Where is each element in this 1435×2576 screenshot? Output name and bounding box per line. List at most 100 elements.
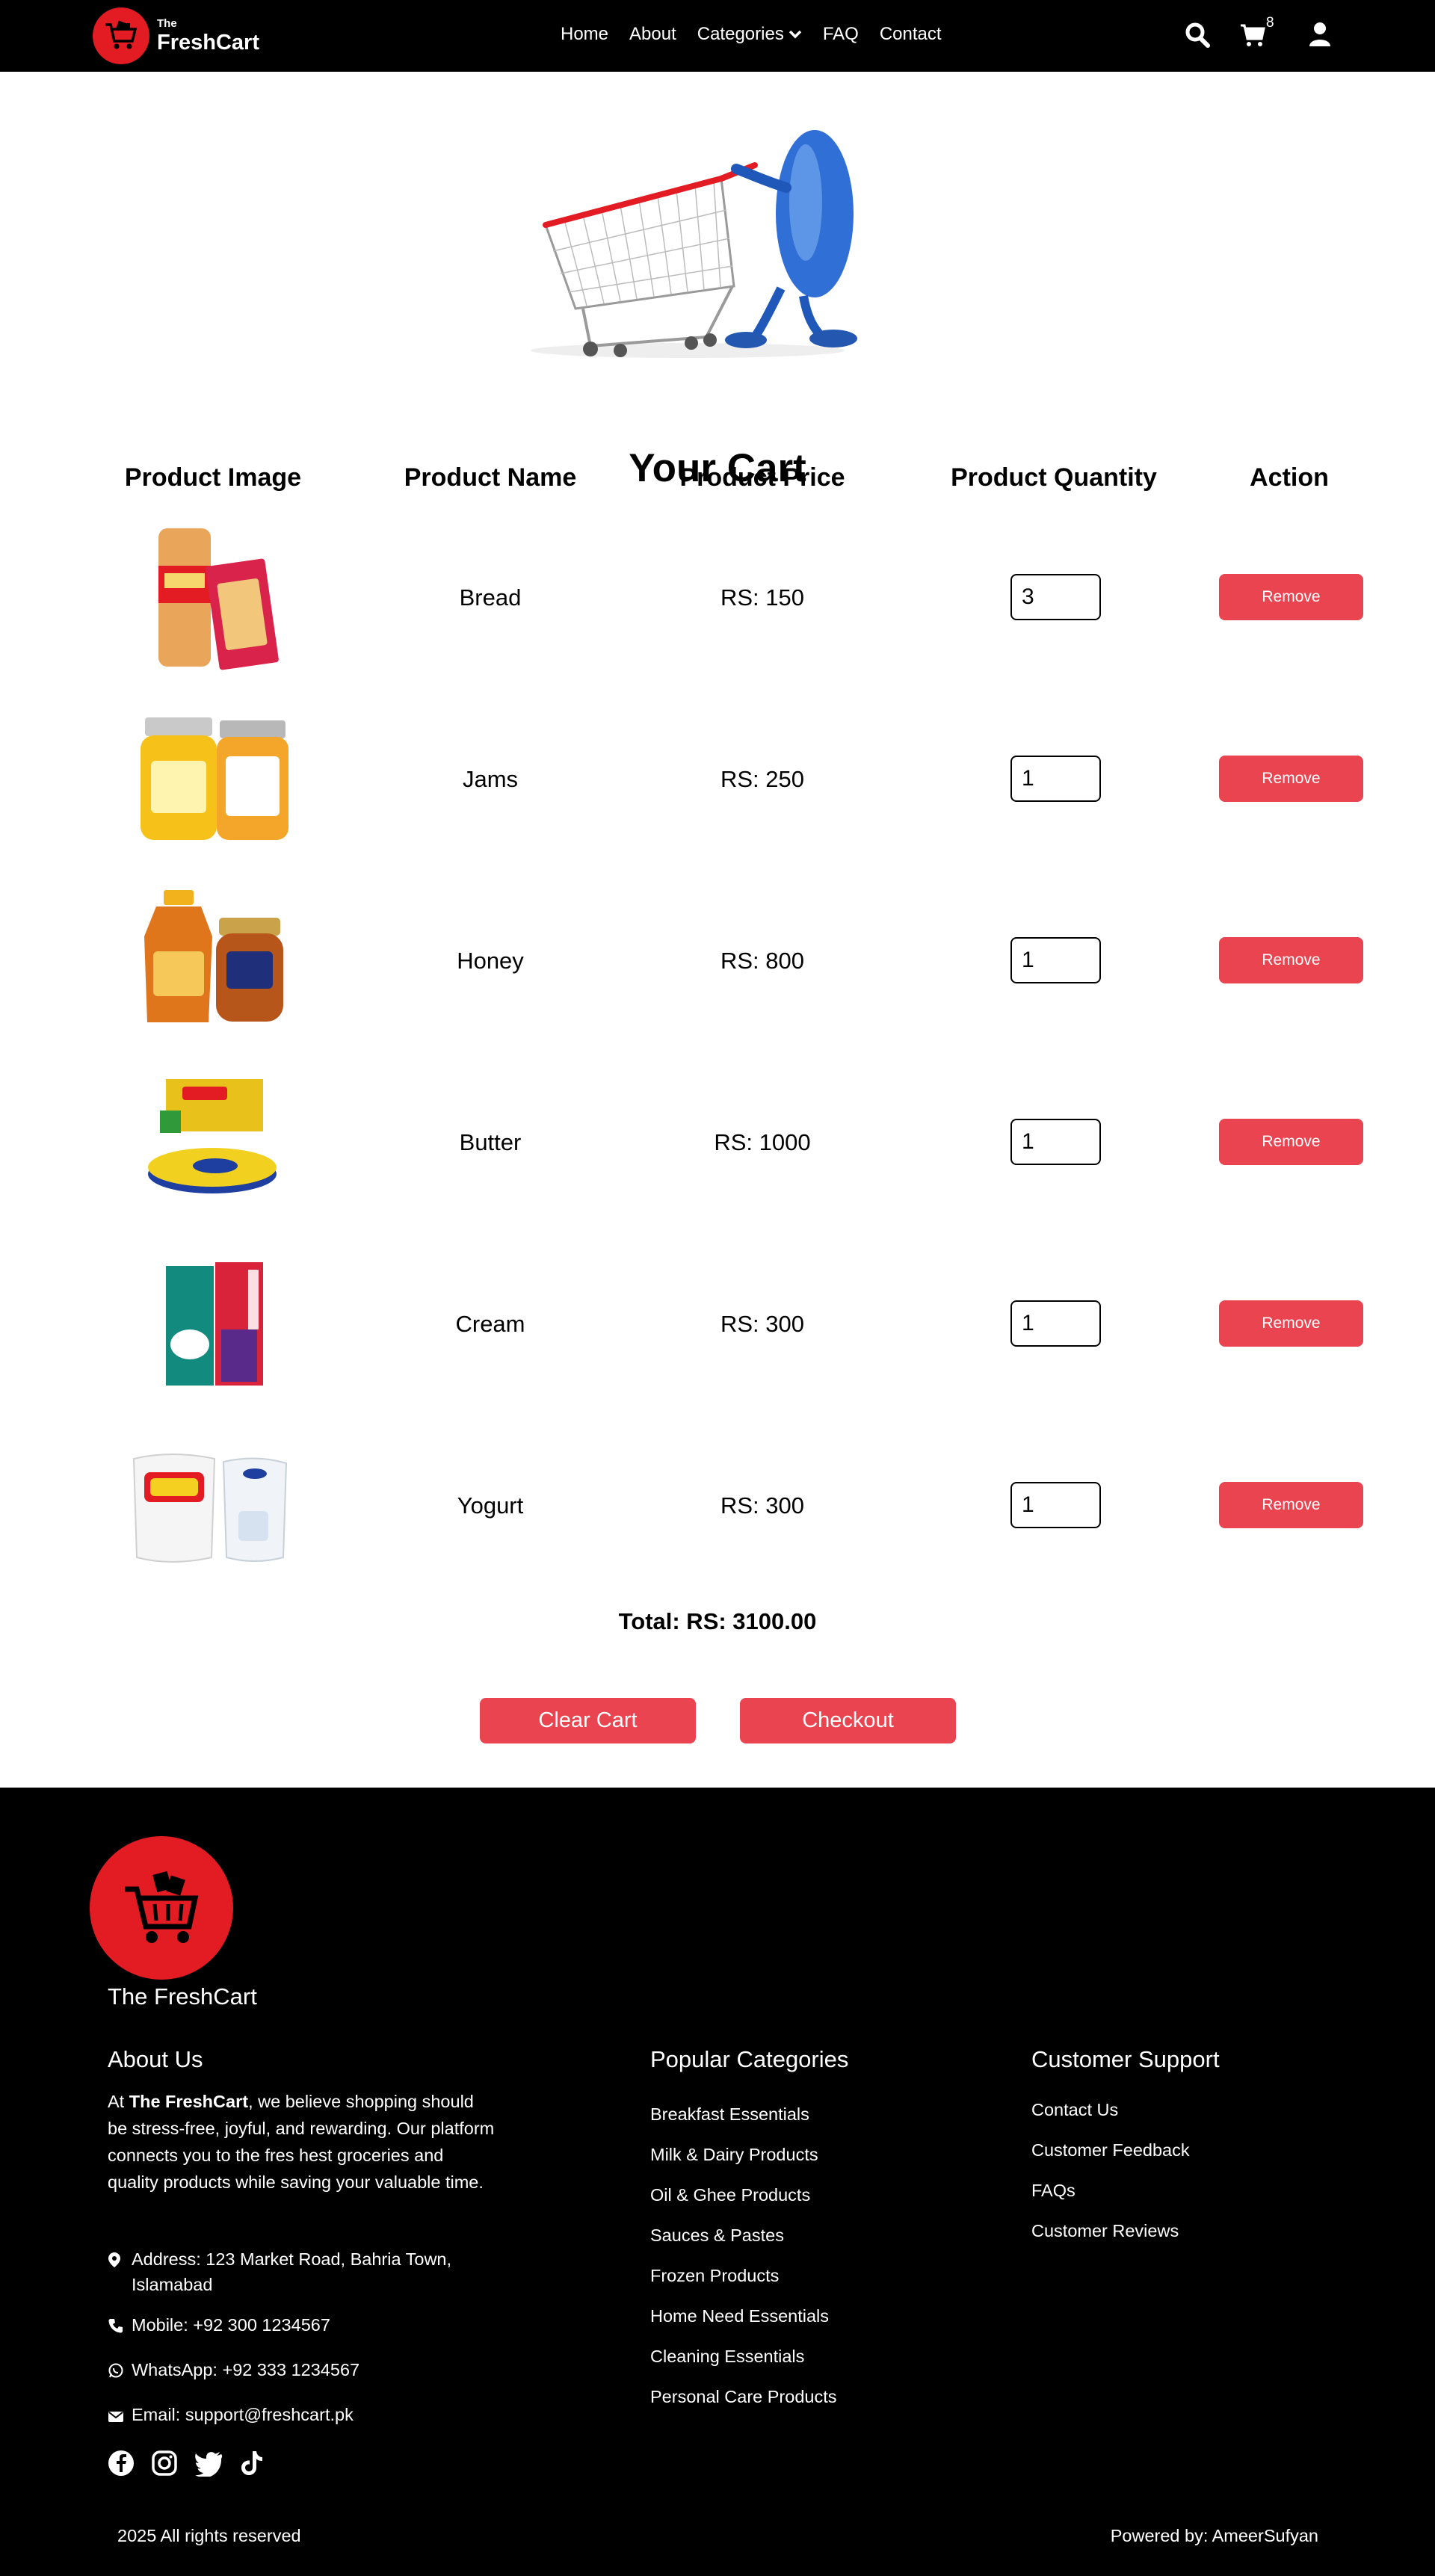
remove-button[interactable]: Remove (1219, 756, 1363, 802)
category-link[interactable]: Frozen Products (650, 2266, 836, 2306)
nav-links: Home About Categories FAQ Contact (561, 24, 963, 45)
chevron-down-icon (789, 30, 802, 39)
header-product-quantity: Product Quantity (951, 463, 1157, 492)
table-header-row: Product Image Product Name Product Price… (0, 463, 1435, 508)
user-icon[interactable] (1308, 19, 1332, 53)
email-icon (108, 2402, 132, 2430)
table-row: Yogurt RS: 300 Remove (0, 1418, 1435, 1599)
product-image-jams (126, 699, 299, 856)
category-link[interactable]: Home Need Essentials (650, 2306, 836, 2347)
hero: Your Cart (0, 72, 1435, 490)
instagram-icon[interactable] (151, 2450, 178, 2480)
quantity-input[interactable] (1010, 1119, 1101, 1165)
category-link[interactable]: Oil & Ghee Products (650, 2185, 836, 2226)
product-image-bread (126, 517, 299, 674)
product-name: Cream (455, 1311, 525, 1337)
twitter-icon[interactable] (194, 2450, 223, 2480)
cart-total: Total: RS: 3100.00 (618, 1608, 817, 1634)
product-image-butter (126, 1062, 299, 1219)
table-row: Cream RS: 300 Remove (0, 1236, 1435, 1418)
email-line: Email: support@freshcart.pk (108, 2402, 354, 2430)
support-link[interactable]: Customer Reviews (1031, 2221, 1190, 2261)
mobile-line: Mobile: +92 300 1234567 (108, 2312, 330, 2341)
product-name: Jams (462, 766, 519, 792)
quantity-input[interactable] (1010, 1300, 1101, 1347)
remove-button[interactable]: Remove (1219, 574, 1363, 620)
support-heading: Customer Support (1031, 2046, 1220, 2072)
product-image-honey (126, 880, 299, 1037)
product-price: RS: 1000 (714, 1129, 811, 1155)
category-link[interactable]: Personal Care Products (650, 2387, 836, 2427)
cart-count-badge: 8 (1266, 15, 1274, 31)
footer-brand-name: The FreshCart (108, 1983, 257, 2010)
product-price: RS: 800 (720, 948, 804, 974)
product-price: RS: 300 (720, 1311, 804, 1337)
product-name: Honey (457, 948, 524, 974)
support-list: Contact Us Customer Feedback FAQs Custom… (1031, 2100, 1190, 2261)
about-text-brand: The FreshCart (129, 2092, 249, 2111)
social-links (108, 2450, 263, 2480)
cart-logo-icon (90, 1836, 233, 1980)
remove-button[interactable]: Remove (1219, 1300, 1363, 1347)
cart-table: Product Image Product Name Product Price… (0, 463, 1435, 1563)
header-product-name: Product Name (404, 463, 577, 492)
header-action: Action (1250, 463, 1329, 492)
remove-button[interactable]: Remove (1219, 1119, 1363, 1165)
shopping-cart-illustration (531, 130, 857, 358)
header-product-image: Product Image (124, 463, 302, 492)
cart-logo-icon (93, 7, 149, 64)
about-text-prefix: At (108, 2092, 129, 2111)
category-link[interactable]: Breakfast Essentials (650, 2104, 836, 2145)
nav-link-categories[interactable]: Categories (697, 24, 802, 45)
whatsapp-text: WhatsApp: +92 333 1234567 (132, 2360, 360, 2379)
nav-link-faq[interactable]: FAQ (823, 24, 859, 45)
product-price: RS: 150 (720, 584, 804, 611)
quantity-input[interactable] (1010, 937, 1101, 983)
copyright-text: 2025 All rights reserved (117, 2526, 301, 2545)
brand-logo-link[interactable]: The FreshCart (93, 7, 259, 64)
category-link[interactable]: Cleaning Essentials (650, 2347, 836, 2387)
cart-icon[interactable]: 8 (1239, 15, 1274, 53)
remove-button[interactable]: Remove (1219, 1482, 1363, 1528)
table-row: Jams RS: 250 Remove (0, 691, 1435, 873)
clear-cart-button[interactable]: Clear Cart (480, 1698, 696, 1743)
product-name: Yogurt (457, 1492, 524, 1519)
nav-link-about[interactable]: About (629, 24, 676, 45)
quantity-input[interactable] (1010, 574, 1101, 620)
table-row: Butter RS: 1000 Remove (0, 1054, 1435, 1236)
remove-button[interactable]: Remove (1219, 937, 1363, 983)
categories-list: Breakfast Essentials Milk & Dairy Produc… (650, 2104, 836, 2427)
checkout-button[interactable]: Checkout (740, 1698, 956, 1743)
nav-link-contact[interactable]: Contact (880, 24, 942, 45)
whatsapp-icon (108, 2357, 132, 2385)
navbar: The FreshCart Home About Categories FAQ … (0, 0, 1435, 72)
location-icon (108, 2246, 132, 2275)
brand-name: FreshCart (157, 31, 259, 55)
address-line: Address: 123 Market Road, Bahria Town, I… (108, 2246, 526, 2297)
nav-link-categories-label: Categories (697, 24, 784, 44)
product-name: Butter (459, 1129, 522, 1155)
support-link[interactable]: Customer Feedback (1031, 2140, 1190, 2181)
brand-small-text: The (157, 17, 177, 30)
nav-link-home[interactable]: Home (561, 24, 608, 45)
product-image-yogurt (126, 1425, 299, 1582)
facebook-icon[interactable] (108, 2450, 135, 2480)
product-price: RS: 300 (720, 1492, 804, 1519)
category-link[interactable]: Milk & Dairy Products (650, 2145, 836, 2185)
quantity-input[interactable] (1010, 1482, 1101, 1528)
tiktok-icon[interactable] (239, 2450, 263, 2480)
about-text: At The FreshCart, we believe shopping sh… (108, 2088, 496, 2196)
mobile-text: Mobile: +92 300 1234567 (132, 2315, 330, 2335)
support-link[interactable]: FAQs (1031, 2181, 1190, 2221)
search-icon[interactable] (1185, 19, 1212, 53)
whatsapp-line: WhatsApp: +92 333 1234567 (108, 2357, 359, 2385)
table-row: Honey RS: 800 Remove (0, 873, 1435, 1054)
about-heading: About Us (108, 2046, 203, 2072)
table-row: Bread RS: 150 Remove (0, 510, 1435, 691)
product-name: Bread (459, 584, 522, 611)
quantity-input[interactable] (1010, 756, 1101, 802)
categories-heading: Popular Categories (650, 2046, 849, 2072)
category-link[interactable]: Sauces & Pastes (650, 2226, 836, 2266)
address-text: Address: 123 Market Road, Bahria Town, I… (132, 2249, 452, 2294)
support-link[interactable]: Contact Us (1031, 2100, 1190, 2140)
